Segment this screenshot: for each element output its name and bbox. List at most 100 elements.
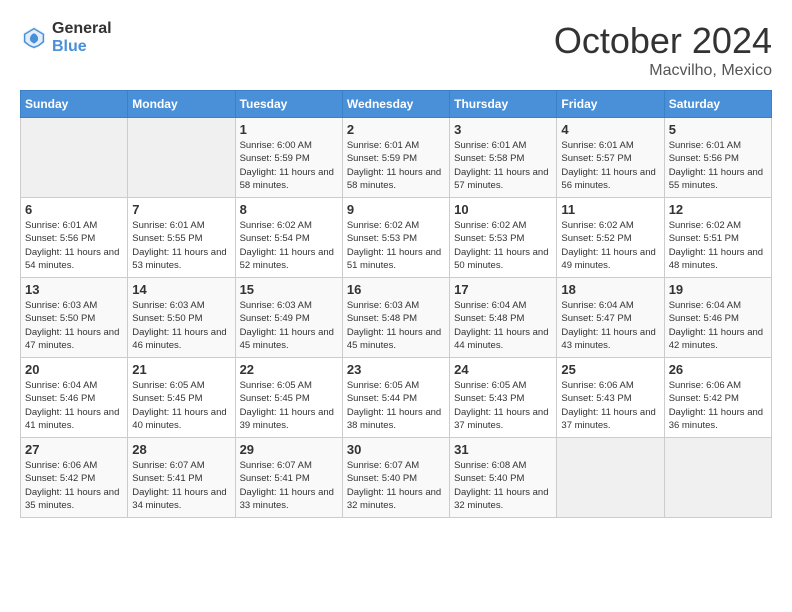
header-day: Sunday [21,91,128,118]
day-info: Sunrise: 6:04 AMSunset: 5:47 PMDaylight:… [561,299,659,352]
calendar-week: 1 Sunrise: 6:00 AMSunset: 5:59 PMDaylight… [21,118,772,198]
calendar-cell: 23Sunrise: 6:05 AMSunset: 5:44 PMDayligh… [342,358,449,438]
day-number: 9 [347,202,445,217]
calendar-cell [21,118,128,198]
day-number: 16 [347,282,445,297]
day-info: Sunrise: 6:02 AMSunset: 5:53 PMDaylight:… [347,219,445,272]
day-number: 13 [25,282,123,297]
day-number: 26 [669,362,767,377]
calendar-cell: 31 Sunrise: 6:08 AMSunset: 5:40 PMDayligh… [450,438,557,518]
day-number: 22 [240,362,338,377]
day-info: Sunrise: 6:03 AMSunset: 5:48 PMDaylight:… [347,299,445,352]
calendar-week: 6 Sunrise: 6:01 AMSunset: 5:56 PMDaylight… [21,198,772,278]
calendar-cell: 21Sunrise: 6:05 AMSunset: 5:45 PMDayligh… [128,358,235,438]
calendar-cell: 5 Sunrise: 6:01 AMSunset: 5:56 PMDaylight… [664,118,771,198]
day-info: Sunrise: 6:02 AMSunset: 5:52 PMDaylight:… [561,219,659,272]
calendar-cell: 14Sunrise: 6:03 AMSunset: 5:50 PMDayligh… [128,278,235,358]
calendar-cell: 26Sunrise: 6:06 AMSunset: 5:42 PMDayligh… [664,358,771,438]
calendar-cell: 15 Sunrise: 6:03 AMSunset: 5:49 PMDayligh… [235,278,342,358]
day-number: 8 [240,202,338,217]
calendar-body: 1 Sunrise: 6:00 AMSunset: 5:59 PMDaylight… [21,118,772,518]
header-day: Friday [557,91,664,118]
logo-text: General Blue [52,20,112,55]
calendar-cell: 17 Sunrise: 6:04 AMSunset: 5:48 PMDayligh… [450,278,557,358]
location: Macvilho, Mexico [554,62,772,80]
calendar-cell: 27Sunrise: 6:06 AMSunset: 5:42 PMDayligh… [21,438,128,518]
calendar-cell: 9 Sunrise: 6:02 AMSunset: 5:53 PMDaylight… [342,198,449,278]
calendar-cell: 8 Sunrise: 6:02 AMSunset: 5:54 PMDaylight… [235,198,342,278]
calendar-week: 13Sunrise: 6:03 AMSunset: 5:50 PMDayligh… [21,278,772,358]
day-number: 3 [454,122,552,137]
header-day: Tuesday [235,91,342,118]
calendar-cell: 11Sunrise: 6:02 AMSunset: 5:52 PMDayligh… [557,198,664,278]
header-day: Saturday [664,91,771,118]
day-info: Sunrise: 6:00 AMSunset: 5:59 PMDaylight:… [240,139,338,192]
calendar-cell: 1 Sunrise: 6:00 AMSunset: 5:59 PMDaylight… [235,118,342,198]
day-number: 18 [561,282,659,297]
day-info: Sunrise: 6:05 AMSunset: 5:44 PMDaylight:… [347,379,445,432]
calendar-cell: 22 Sunrise: 6:05 AMSunset: 5:45 PMDayligh… [235,358,342,438]
title-block: October 2024 Macvilho, Mexico [554,20,772,80]
day-info: Sunrise: 6:03 AMSunset: 5:49 PMDaylight:… [240,299,338,352]
calendar-cell [557,438,664,518]
calendar-cell: 13Sunrise: 6:03 AMSunset: 5:50 PMDayligh… [21,278,128,358]
day-info: Sunrise: 6:02 AMSunset: 5:54 PMDaylight:… [240,219,338,272]
calendar-cell: 29Sunrise: 6:07 AMSunset: 5:41 PMDayligh… [235,438,342,518]
header-day: Monday [128,91,235,118]
day-info: Sunrise: 6:01 AMSunset: 5:57 PMDaylight:… [561,139,659,192]
header-row: SundayMondayTuesdayWednesdayThursdayFrid… [21,91,772,118]
day-number: 12 [669,202,767,217]
calendar-cell: 7Sunrise: 6:01 AMSunset: 5:55 PMDaylight… [128,198,235,278]
calendar-cell [128,118,235,198]
calendar-cell: 4 Sunrise: 6:01 AMSunset: 5:57 PMDaylight… [557,118,664,198]
day-number: 5 [669,122,767,137]
day-number: 17 [454,282,552,297]
day-info: Sunrise: 6:01 AMSunset: 5:56 PMDaylight:… [669,139,767,192]
calendar-table: SundayMondayTuesdayWednesdayThursdayFrid… [20,90,772,518]
day-number: 25 [561,362,659,377]
page-header: General Blue October 2024 Macvilho, Mexi… [20,20,772,80]
day-info: Sunrise: 6:07 AMSunset: 5:40 PMDaylight:… [347,459,445,512]
calendar-cell: 28Sunrise: 6:07 AMSunset: 5:41 PMDayligh… [128,438,235,518]
day-number: 14 [132,282,230,297]
calendar-cell: 6 Sunrise: 6:01 AMSunset: 5:56 PMDaylight… [21,198,128,278]
month-title: October 2024 [554,20,772,62]
day-number: 29 [240,442,338,457]
day-info: Sunrise: 6:04 AMSunset: 5:46 PMDaylight:… [25,379,123,432]
calendar-cell: 18 Sunrise: 6:04 AMSunset: 5:47 PMDayligh… [557,278,664,358]
day-info: Sunrise: 6:02 AMSunset: 5:51 PMDaylight:… [669,219,767,272]
day-info: Sunrise: 6:01 AMSunset: 5:56 PMDaylight:… [25,219,123,272]
logo-general: General [52,20,112,38]
day-number: 10 [454,202,552,217]
day-number: 24 [454,362,552,377]
day-number: 31 [454,442,552,457]
calendar-cell: 24Sunrise: 6:05 AMSunset: 5:43 PMDayligh… [450,358,557,438]
day-info: Sunrise: 6:04 AMSunset: 5:48 PMDaylight:… [454,299,552,352]
day-number: 6 [25,202,123,217]
day-info: Sunrise: 6:07 AMSunset: 5:41 PMDaylight:… [132,459,230,512]
day-number: 20 [25,362,123,377]
day-number: 4 [561,122,659,137]
day-info: Sunrise: 6:06 AMSunset: 5:43 PMDaylight:… [561,379,659,432]
header-day: Wednesday [342,91,449,118]
calendar-cell [664,438,771,518]
day-number: 1 [240,122,338,137]
day-info: Sunrise: 6:02 AMSunset: 5:53 PMDaylight:… [454,219,552,272]
calendar-header: SundayMondayTuesdayWednesdayThursdayFrid… [21,91,772,118]
day-info: Sunrise: 6:05 AMSunset: 5:45 PMDaylight:… [132,379,230,432]
calendar-cell: 25 Sunrise: 6:06 AMSunset: 5:43 PMDayligh… [557,358,664,438]
day-info: Sunrise: 6:08 AMSunset: 5:40 PMDaylight:… [454,459,552,512]
logo: General Blue [20,20,112,55]
calendar-cell: 19Sunrise: 6:04 AMSunset: 5:46 PMDayligh… [664,278,771,358]
day-number: 2 [347,122,445,137]
logo-blue: Blue [52,38,112,56]
header-day: Thursday [450,91,557,118]
day-info: Sunrise: 6:01 AMSunset: 5:58 PMDaylight:… [454,139,552,192]
day-number: 19 [669,282,767,297]
day-info: Sunrise: 6:06 AMSunset: 5:42 PMDaylight:… [25,459,123,512]
day-info: Sunrise: 6:01 AMSunset: 5:59 PMDaylight:… [347,139,445,192]
calendar-cell: 20 Sunrise: 6:04 AMSunset: 5:46 PMDayligh… [21,358,128,438]
day-info: Sunrise: 6:05 AMSunset: 5:45 PMDaylight:… [240,379,338,432]
day-number: 15 [240,282,338,297]
day-info: Sunrise: 6:01 AMSunset: 5:55 PMDaylight:… [132,219,230,272]
